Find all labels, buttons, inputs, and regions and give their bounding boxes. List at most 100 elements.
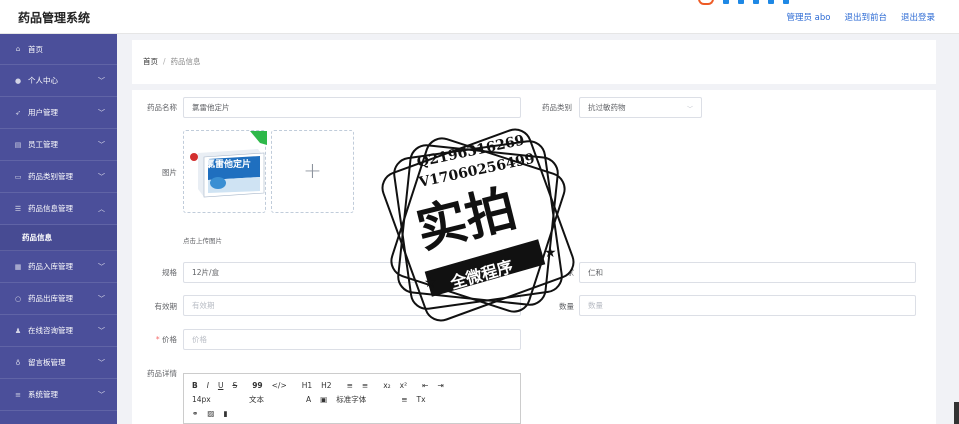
video-icon[interactable]: ▮ (223, 409, 227, 418)
detail-label: 药品详情 (147, 369, 177, 378)
font-family-select[interactable]: 标准字体 (336, 394, 392, 405)
home-icon: ⌂ (15, 45, 21, 53)
editor-toolbar-row3: ⚭ ▨ ▮ (184, 406, 520, 420)
expiry-label: 有效期 (154, 302, 178, 311)
list-icon: ☰ (14, 204, 22, 213)
chevron-down-icon: ﹀ (98, 173, 105, 181)
breadcrumb-card: 首页 / 药品信息 (132, 40, 936, 84)
toolbar-icon (738, 0, 744, 4)
underline-button[interactable]: U (218, 381, 224, 390)
star-icon: ★ (424, 275, 437, 291)
sidebar-item-system[interactable]: ≡ 系统管理 ﹀ (0, 379, 117, 411)
upload-button[interactable]: + (271, 130, 354, 213)
sidebar-item-users[interactable]: ➶ 用户管理 ﹀ (0, 97, 117, 129)
chevron-down-icon: ﹀ (98, 359, 105, 367)
h2-button[interactable]: H2 (321, 381, 331, 390)
sidebar-item-label: 系统管理 (28, 390, 58, 399)
sidebar-item-label: 个人中心 (28, 76, 58, 85)
breadcrumb-home[interactable]: 首页 (143, 57, 158, 66)
chevron-down-icon: ﹀ (98, 391, 105, 399)
app-title: 药品管理系统 (18, 11, 91, 25)
category-label: 药品类别 (542, 103, 572, 112)
editor-toolbar-row1: B I U S 99 </> H1 H2 ≡ ≡ x₂ x² ⇤ ⇥ (184, 378, 520, 392)
category-select[interactable]: 抗过敏药物 ﹀ (579, 97, 702, 118)
sidebar-item-consult[interactable]: ♟ 在线咨询管理 ﹀ (0, 315, 117, 347)
card-icon: ▭ (14, 172, 22, 181)
sidebar-item-home[interactable]: ⌂ 首页 (0, 34, 117, 65)
top-links: 管理员 abo 退出到前台 退出登录 (786, 11, 935, 23)
star-icon: ★ (544, 245, 557, 261)
image-icon[interactable]: ▨ (207, 409, 214, 418)
rich-text-editor[interactable]: B I U S 99 </> H1 H2 ≡ ≡ x₂ x² ⇤ ⇥ 14px … (183, 373, 521, 424)
sidebar-item-profile[interactable]: ● 个人中心 ﹀ (0, 65, 117, 97)
sidebar-item-label: 用户管理 (28, 108, 58, 117)
upload-hint: 点击上传图片 (183, 237, 222, 245)
uploaded-image[interactable]: 氯雷他定片 (183, 130, 267, 213)
image-label: 图片 (162, 168, 177, 177)
font-color-icon[interactable]: A (306, 395, 311, 404)
chevron-down-icon: ﹀ (98, 295, 105, 303)
editor-toolbar-row2: 14px 文本 A ▣ 标准字体 ≡ Tx (184, 392, 520, 406)
text-type-select[interactable]: 文本 (249, 394, 297, 405)
sidebar-subitem-drug-info[interactable]: 药品信息 (0, 225, 117, 251)
toolbar-icon (783, 0, 789, 4)
name-label: 药品名称 (147, 103, 177, 112)
scrollbar[interactable] (954, 402, 959, 424)
sidebar-item-label: 留言板管理 (28, 358, 66, 367)
chevron-down-icon: ﹀ (98, 109, 105, 117)
quantity-input[interactable]: 数量 (579, 295, 916, 316)
briefcase-icon: ▤ (14, 140, 22, 149)
code-button[interactable]: </> (272, 381, 287, 390)
sidebar-item-category[interactable]: ▭ 药品类别管理 ﹀ (0, 161, 117, 193)
strike-button[interactable]: S (232, 381, 237, 390)
subscript-button[interactable]: x₂ (383, 381, 390, 390)
breadcrumb-separator: / (163, 57, 166, 66)
chevron-down-icon: ﹀ (98, 263, 105, 271)
required-mark: * (155, 335, 160, 344)
font-size-select[interactable]: 14px (192, 395, 240, 404)
indent-button[interactable]: ⇥ (437, 381, 443, 390)
sidebar-item-stock-in[interactable]: ▦ 药品入库管理 ﹀ (0, 251, 117, 283)
spec-label: 规格 (162, 268, 177, 277)
grid-icon: ▦ (14, 262, 22, 271)
sidebar-item-label: 员工管理 (28, 140, 58, 149)
menu-icon: ≡ (15, 390, 21, 399)
person-icon: ♟ (14, 326, 22, 335)
h1-button[interactable]: H1 (302, 381, 312, 390)
sidebar-item-stock-out[interactable]: ○ 药品出库管理 ﹀ (0, 283, 117, 315)
chevron-down-icon: ﹀ (98, 141, 105, 149)
price-label-text: 价格 (162, 335, 177, 344)
name-input[interactable]: 氯雷他定片 (183, 97, 521, 118)
outdent-button[interactable]: ⇤ (422, 381, 428, 390)
bulb-icon: ♁ (15, 358, 21, 367)
admin-user-link[interactable]: 管理员 abo (786, 11, 830, 23)
clear-format-icon[interactable]: Tx (417, 395, 426, 404)
link-icon[interactable]: ⚭ (192, 409, 198, 418)
ordered-list-button[interactable]: ≡ (347, 381, 353, 390)
category-value: 抗过敏药物 (588, 103, 626, 112)
bold-button[interactable]: B (192, 381, 198, 390)
align-icon[interactable]: ≡ (401, 395, 407, 404)
sidebar-item-messages[interactable]: ♁ 留言板管理 ﹀ (0, 347, 117, 379)
sidebar-item-label: 药品类别管理 (28, 172, 73, 181)
logout-link[interactable]: 退出登录 (901, 11, 935, 23)
price-input[interactable]: 价格 (183, 329, 521, 350)
bullet-list-button[interactable]: ≡ (362, 381, 368, 390)
sidebar-item-drug-info[interactable]: ☰ 药品信息管理 ︿ (0, 193, 117, 225)
italic-button[interactable]: I (207, 381, 209, 390)
price-label: * 价格 (132, 334, 177, 345)
maker-input[interactable]: 仁和 (579, 262, 916, 283)
product-box-text: 氯雷他定片 (206, 160, 252, 170)
breadcrumb: 首页 / 药品信息 (143, 56, 201, 67)
back-to-front-link[interactable]: 退出到前台 (844, 11, 887, 23)
sidebar-item-staff[interactable]: ▤ 员工管理 ﹀ (0, 129, 117, 161)
brand-logo-icon (698, 0, 714, 5)
background-color-icon[interactable]: ▣ (320, 395, 327, 404)
chevron-down-icon: ﹀ (686, 106, 693, 113)
sidebar: ⌂ 首页 ● 个人中心 ﹀ ➶ 用户管理 ﹀ ▤ 员工管理 ﹀ ▭ 药品类别管理… (0, 34, 117, 424)
breadcrumb-current: 药品信息 (170, 57, 201, 66)
quote-button[interactable]: 99 (252, 381, 262, 390)
user-icon: ● (14, 76, 22, 85)
superscript-button[interactable]: x² (400, 381, 407, 390)
sidebar-item-label: 在线咨询管理 (28, 326, 73, 335)
